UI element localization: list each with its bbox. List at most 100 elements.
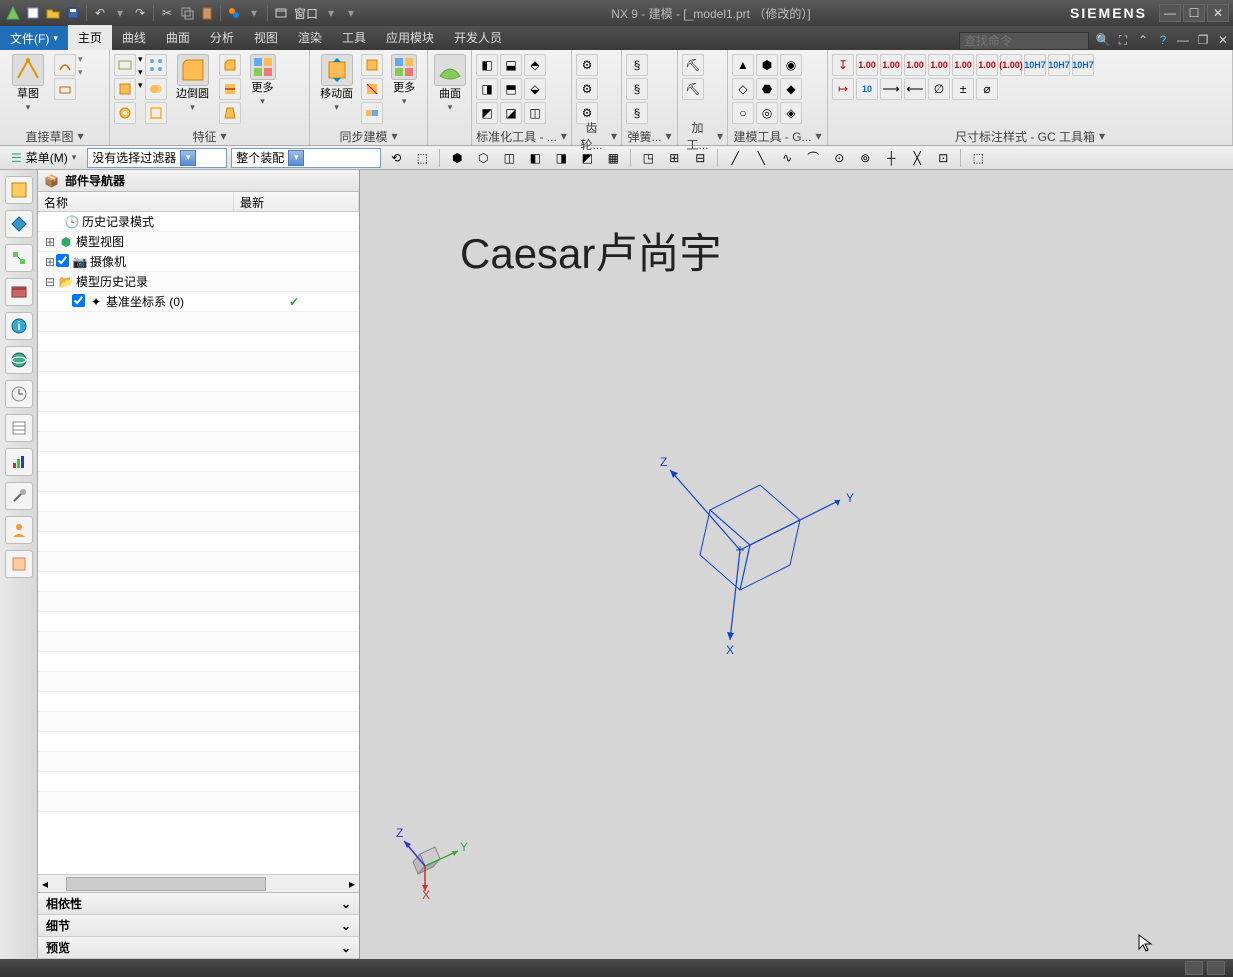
sel-tool-3[interactable]: ⬢ <box>446 148 468 168</box>
mod-tool-1[interactable]: ▲ <box>732 54 754 76</box>
sel-tool-12[interactable]: ⊟ <box>689 148 711 168</box>
spring-tool-3[interactable]: § <box>626 102 648 124</box>
dim-val-8[interactable]: 10H7 <box>1048 54 1070 76</box>
std-tool-4[interactable]: ⬓ <box>500 54 522 76</box>
dim-val-1[interactable]: 1.00 <box>880 54 902 76</box>
surface-button[interactable]: 曲面 ▾ <box>432 52 468 115</box>
mod-tool-2[interactable]: ◇ <box>732 78 754 100</box>
std-tool-8[interactable]: ⬙ <box>524 78 546 100</box>
dim-val-4[interactable]: 1.00 <box>952 54 974 76</box>
sel-tool-4[interactable]: ⬡ <box>472 148 494 168</box>
tree-row-cameras[interactable]: ⊞ 📷 摄像机 <box>38 252 359 272</box>
qat-customize-icon[interactable]: ▾ <box>342 4 360 22</box>
tree-row-history-mode[interactable]: 🕓 历史记录模式 <box>38 212 359 232</box>
delete-face-button[interactable] <box>361 78 383 100</box>
sel-tool-2[interactable]: ⬚ <box>411 148 433 168</box>
dim-tool-b4[interactable]: ± <box>952 78 974 100</box>
move-face-button[interactable]: 移动面 ▾ <box>314 52 359 115</box>
mach-tool-2[interactable]: ⛏ <box>682 78 704 100</box>
snap-mid-icon[interactable]: ┼ <box>880 148 902 168</box>
expand-icon[interactable]: ⊞ <box>44 235 56 249</box>
doc-minimize-icon[interactable]: — <box>1173 30 1193 50</box>
sel-tool-11[interactable]: ⊞ <box>663 148 685 168</box>
std-tool-6[interactable]: ◪ <box>500 102 522 124</box>
touch-icon[interactable] <box>225 4 243 22</box>
more-rail-icon[interactable] <box>5 550 33 578</box>
snap-perp-icon[interactable]: ⊚ <box>854 148 876 168</box>
std-tool-1[interactable]: ◧ <box>476 54 498 76</box>
assembly-filter-combo[interactable]: 整个装配 ▾ <box>231 148 381 168</box>
tree-row-model-views[interactable]: ⊞ ⬢ 模型视图 <box>38 232 359 252</box>
sel-tool-9[interactable]: ▦ <box>602 148 624 168</box>
replace-face-button[interactable] <box>361 102 383 124</box>
graphics-viewport[interactable]: Caesar卢尚宇 Y X Z X Y <box>360 170 1233 959</box>
datum-plane-button[interactable] <box>114 54 136 76</box>
snap-line-icon[interactable]: ╱ <box>724 148 746 168</box>
mod-tool-3[interactable]: ○ <box>732 102 754 124</box>
mod-tool-6[interactable]: ◎ <box>756 102 778 124</box>
tab-application[interactable]: 应用模块 <box>376 25 444 50</box>
unite-button[interactable] <box>145 78 167 100</box>
sel-tool-6[interactable]: ◧ <box>524 148 546 168</box>
tab-tools[interactable]: 工具 <box>332 25 376 50</box>
touch-dropdown-icon[interactable]: ▾ <box>245 4 263 22</box>
hole-button[interactable] <box>114 102 136 124</box>
cut-icon[interactable]: ✂ <box>158 4 176 22</box>
close-button[interactable]: ✕ <box>1207 4 1229 22</box>
navigator-scrollbar[interactable]: ◂ ▸ <box>38 874 359 892</box>
spring-tool-2[interactable]: § <box>626 78 648 100</box>
dim-val-7[interactable]: 10H7 <box>1024 54 1046 76</box>
feature-more-button[interactable]: 更多 ▾ <box>243 52 283 109</box>
tab-analysis[interactable]: 分析 <box>200 25 244 50</box>
sel-tool-5[interactable]: ◫ <box>498 148 520 168</box>
snap-curve-icon[interactable]: ∿ <box>776 148 798 168</box>
sel-tool-final[interactable]: ⬚ <box>967 148 989 168</box>
col-name[interactable]: 名称 <box>38 192 234 211</box>
sel-tool-8[interactable]: ◩ <box>576 148 598 168</box>
dim-tool-a2[interactable]: ↦ <box>832 78 854 100</box>
dim-tool-a1[interactable]: ↧ <box>832 54 854 76</box>
paste-icon[interactable] <box>198 4 216 22</box>
window-menu-label[interactable]: 窗口 <box>292 5 320 22</box>
selection-filter-combo[interactable]: 没有选择过滤器 ▾ <box>87 148 227 168</box>
maximize-button[interactable]: ☐ <box>1183 4 1205 22</box>
accordion-preview[interactable]: 预览⌄ <box>38 937 359 959</box>
minimize-button[interactable]: — <box>1159 4 1181 22</box>
mod-tool-4[interactable]: ⬢ <box>756 54 778 76</box>
tab-developer[interactable]: 开发人员 <box>444 25 512 50</box>
expand-icon[interactable]: ⊞ <box>44 255 56 269</box>
trim-button[interactable] <box>219 78 241 100</box>
dim-tool-b3[interactable]: ∅ <box>928 78 950 100</box>
mod-tool-5[interactable]: ⬣ <box>756 78 778 100</box>
open-icon[interactable] <box>44 4 62 22</box>
camera-checkbox[interactable] <box>56 254 69 267</box>
dim-val-5[interactable]: 1.00 <box>976 54 998 76</box>
dim-val-0[interactable]: 1.00 <box>856 54 878 76</box>
sel-tool-10[interactable]: ◳ <box>637 148 659 168</box>
minimize-ribbon-icon[interactable]: ⌃ <box>1133 30 1153 50</box>
part-navigator-icon[interactable] <box>5 176 33 204</box>
std-tool-5[interactable]: ⬒ <box>500 78 522 100</box>
collapse-icon[interactable]: ⊟ <box>44 275 56 289</box>
tab-render[interactable]: 渲染 <box>288 25 332 50</box>
std-tool-2[interactable]: ◨ <box>476 78 498 100</box>
sketch-button[interactable]: 草图 ▾ <box>4 52 52 115</box>
gear-tool-1[interactable]: ⚙ <box>576 54 598 76</box>
undo-icon[interactable]: ↶ <box>91 4 109 22</box>
save-icon[interactable] <box>64 4 82 22</box>
doc-close-icon[interactable]: ✕ <box>1213 30 1233 50</box>
doc-restore-icon[interactable]: ❐ <box>1193 30 1213 50</box>
std-tool-3[interactable]: ◩ <box>476 102 498 124</box>
hd3d-icon[interactable]: i <box>5 312 33 340</box>
chamfer-button[interactable] <box>219 54 241 76</box>
draft-button[interactable] <box>219 102 241 124</box>
pattern-button[interactable] <box>145 54 167 76</box>
assembly-navigator-icon[interactable] <box>5 210 33 238</box>
snap-center-icon[interactable]: ⊡ <box>932 148 954 168</box>
col-latest[interactable]: 最新 <box>234 192 359 211</box>
tab-view[interactable]: 视图 <box>244 25 288 50</box>
reuse-library-icon[interactable] <box>5 278 33 306</box>
mach-tool-1[interactable]: ⛏ <box>682 54 704 76</box>
file-tab[interactable]: 文件(F)▾ <box>0 26 68 50</box>
snap-point-icon[interactable]: ╲ <box>750 148 772 168</box>
